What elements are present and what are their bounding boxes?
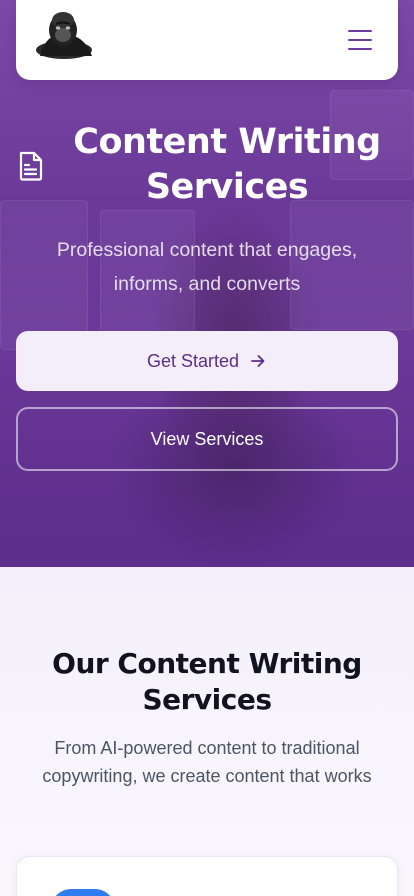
arrow-right-icon [251, 355, 265, 367]
hamburger-menu-icon[interactable] [348, 30, 372, 50]
view-services-label: View Services [150, 428, 264, 449]
top-navigation-bar [16, 0, 398, 80]
services-subtitle: From AI-powered content to traditional c… [42, 738, 372, 786]
get-started-button[interactable]: Get Started [16, 331, 398, 391]
gorilla-logo[interactable] [34, 10, 94, 60]
menu-line [348, 30, 372, 32]
services-title: Our Content Writing Services [52, 647, 362, 716]
service-card[interactable] [16, 856, 398, 896]
hero-subtitle: Professional content that engages, infor… [56, 239, 358, 295]
menu-line [348, 48, 372, 50]
view-services-button[interactable]: View Services [16, 407, 398, 471]
get-started-label: Get Started [146, 350, 240, 371]
menu-line [348, 39, 372, 41]
service-card-icon [51, 889, 115, 896]
hero-section: Content Writing Services Professional co… [0, 0, 414, 567]
hero-title: Content Writing Services [73, 122, 381, 207]
services-section: Our Content Writing Services From AI-pow… [0, 567, 414, 896]
